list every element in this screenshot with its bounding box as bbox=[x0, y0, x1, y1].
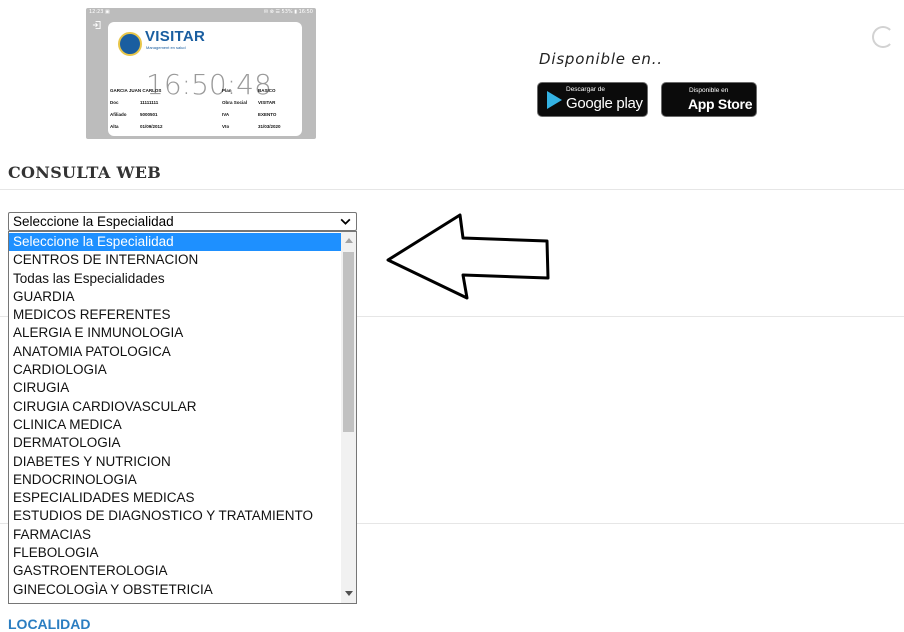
row-key: Afiliado bbox=[110, 112, 127, 117]
option-item[interactable]: ESTUDIOS DE DIAGNOSTICO Y TRATAMIENTO bbox=[9, 507, 341, 525]
option-item[interactable]: ENDOCRINOLOGIA bbox=[9, 471, 341, 489]
loading-spinner-icon bbox=[872, 26, 894, 48]
credential-card: VISITAR Management en salud 16:50:48 GAR… bbox=[108, 22, 302, 136]
row-key: Plan bbox=[222, 88, 232, 93]
option-item[interactable]: Todas las Especialidades bbox=[9, 270, 341, 288]
clock: 16:50:48 bbox=[146, 68, 272, 101]
row-value: VISITAR bbox=[258, 100, 276, 105]
option-item[interactable]: CIRUGIA CARDIOVASCULAR bbox=[9, 398, 341, 416]
left-arrow-annotation-icon bbox=[386, 213, 550, 300]
chevron-down-icon bbox=[340, 218, 351, 225]
status-bar: 12:23 ▣ ✉ ⊗ ☰ 53% ▮ 16:50 bbox=[86, 8, 316, 16]
scrollbar-thumb[interactable] bbox=[343, 252, 354, 432]
option-item[interactable]: CENTROS DE INTERNACION bbox=[9, 251, 341, 269]
google-play-label: Google play bbox=[566, 95, 643, 112]
option-item[interactable]: FARMACIAS bbox=[9, 526, 341, 544]
logo-subtitle: Management en salud bbox=[146, 45, 186, 50]
option-item[interactable]: ANATOMIA PATOLOGICA bbox=[9, 343, 341, 361]
option-item[interactable]: GINECOLOGÌA Y OBSTETRICIA bbox=[9, 581, 341, 599]
row-key: GARCIA JUAN CARLOS bbox=[110, 88, 162, 93]
option-item[interactable]: MEDICOS REFERENTES bbox=[9, 306, 341, 324]
google-play-small: Descargar de bbox=[566, 86, 606, 93]
option-item[interactable]: DERMATOLOGIA bbox=[9, 434, 341, 452]
card-row: Afiliado 5000501 IVA EXENTO bbox=[110, 112, 300, 120]
row-key: Doc bbox=[110, 100, 119, 105]
especialidad-select[interactable]: Seleccione la Especialidad bbox=[8, 212, 357, 231]
row-key: Vto bbox=[222, 124, 230, 129]
row-value: EXENTO bbox=[258, 112, 277, 117]
app-screenshot: 12:23 ▣ ✉ ⊗ ☰ 53% ▮ 16:50 VISITAR Manage… bbox=[86, 8, 316, 139]
option-item[interactable]: GASTROENTEROLOGIA bbox=[9, 562, 341, 580]
card-row: Alta 01/09/2012 Vto 31/03/2020 bbox=[110, 124, 300, 132]
card-row: Doc 11111111 Obra Social VISITAR bbox=[110, 100, 300, 108]
row-key: IVA bbox=[222, 112, 230, 117]
row-value: 31/03/2020 bbox=[258, 124, 281, 129]
option-item[interactable]: ALERGIA E INMUNOLOGIA bbox=[9, 324, 341, 342]
google-play-button[interactable]: Descargar de Google play bbox=[537, 82, 648, 117]
available-on-text: Disponible en.. bbox=[539, 50, 663, 68]
option-item[interactable]: GUARDIA bbox=[9, 288, 341, 306]
divider bbox=[0, 189, 904, 190]
status-right: ✉ ⊗ ☰ 53% ▮ 16:50 bbox=[263, 9, 313, 15]
logo-text: VISITAR bbox=[145, 28, 206, 45]
scroll-up-icon[interactable] bbox=[345, 238, 353, 243]
row-key: Alta bbox=[110, 124, 119, 129]
visitar-logo-icon bbox=[118, 32, 142, 56]
app-store-small: Disponible en bbox=[689, 87, 729, 94]
option-item[interactable]: CIRUGIA bbox=[9, 379, 341, 397]
localidad-label: LOCALIDAD bbox=[8, 616, 91, 632]
scroll-down-icon[interactable] bbox=[345, 591, 353, 596]
exit-icon bbox=[92, 20, 101, 30]
row-value: 01/09/2012 bbox=[140, 124, 163, 129]
especialidad-dropdown-list[interactable]: Seleccione la Especialidad CENTROS DE INT… bbox=[8, 231, 357, 604]
row-value: 11111111 bbox=[140, 100, 159, 105]
row-value: BASICO bbox=[258, 88, 276, 93]
select-value: Seleccione la Especialidad bbox=[13, 214, 174, 229]
option-item[interactable]: DIABETES Y NUTRICION bbox=[9, 453, 341, 471]
option-item[interactable]: Seleccione la Especialidad bbox=[9, 233, 341, 252]
option-item[interactable]: ESPECIALIDADES MEDICAS bbox=[9, 489, 341, 507]
option-item[interactable]: FLEBOLOGIA bbox=[9, 544, 341, 562]
scrollbar[interactable] bbox=[341, 232, 356, 603]
row-value: 5000501 bbox=[140, 112, 158, 117]
google-play-icon bbox=[547, 91, 562, 109]
section-title: CONSULTA WEB bbox=[8, 163, 162, 182]
row-key: Obra Social bbox=[222, 100, 248, 105]
option-item[interactable]: CLINICA MEDICA bbox=[9, 416, 341, 434]
status-left: 12:23 ▣ bbox=[89, 9, 110, 15]
app-store-label: App Store bbox=[688, 96, 753, 112]
option-item[interactable]: CARDIOLOGIA bbox=[9, 361, 341, 379]
app-store-button[interactable]: Disponible en App Store bbox=[661, 82, 757, 117]
option-list: Seleccione la Especialidad CENTROS DE INT… bbox=[9, 233, 341, 599]
card-row: GARCIA JUAN CARLOS Plan BASICO bbox=[110, 88, 300, 96]
